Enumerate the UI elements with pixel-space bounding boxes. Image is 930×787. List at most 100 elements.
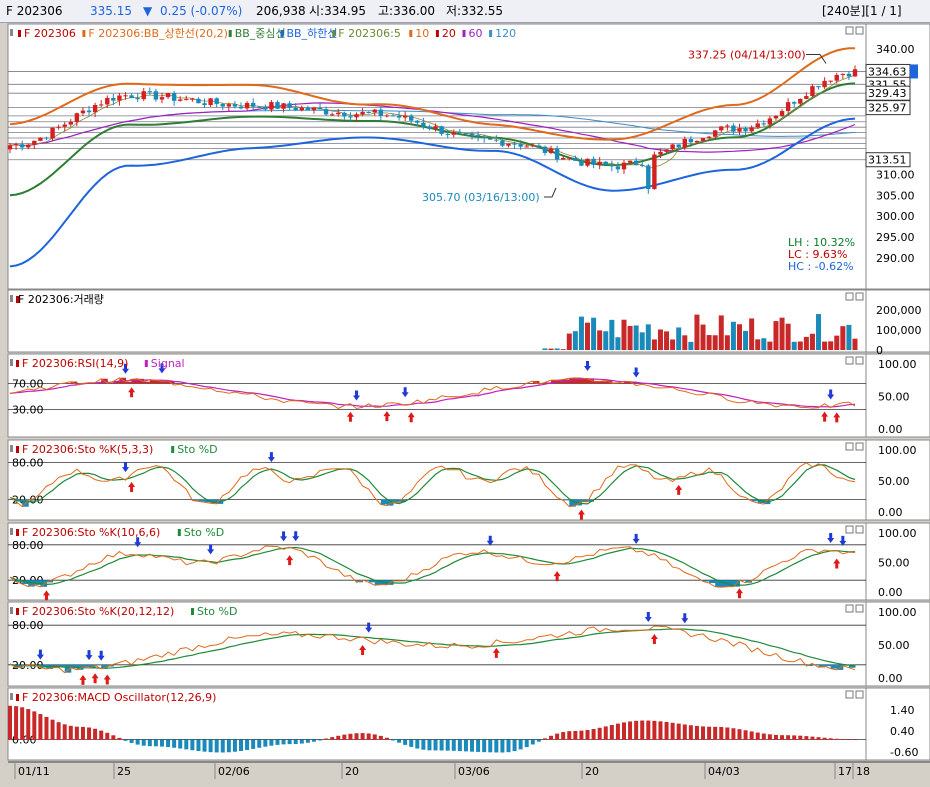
volume-bar <box>791 341 797 350</box>
macd-bar <box>299 739 304 744</box>
volume-bar <box>578 316 584 350</box>
sto3-axis-tick: 0.00 <box>878 672 903 685</box>
macd-bar <box>427 739 432 751</box>
minimize-icon <box>845 292 854 301</box>
macd-bar <box>725 727 730 740</box>
legend-swatch <box>144 360 148 367</box>
candle-body <box>573 157 578 161</box>
legend-swatch <box>435 30 439 37</box>
macd-bar <box>403 739 408 745</box>
candle-body <box>317 107 323 110</box>
volume-bar <box>840 326 846 350</box>
close-icon <box>855 442 864 451</box>
candle-body <box>561 158 566 160</box>
macd-bar <box>804 736 809 740</box>
handle-icon <box>10 693 13 700</box>
symbol-label: F 202306 <box>6 4 63 18</box>
sto1-legend: F 202306:Sto %K(5,3,3) <box>22 443 153 456</box>
macd-bar <box>646 720 651 740</box>
sto2-axis-tick: 0.00 <box>878 586 903 599</box>
candle-body <box>475 135 481 137</box>
volume-bar <box>591 317 597 350</box>
volume-bar <box>785 323 791 350</box>
candle-body <box>536 145 542 147</box>
close-icon <box>855 26 864 35</box>
candle-body <box>50 127 55 139</box>
rsi-level-label: 70.00 <box>12 378 44 391</box>
volume-bar <box>724 335 730 350</box>
candle-body <box>178 99 183 101</box>
candle-body <box>494 139 499 141</box>
volume-bar <box>682 335 688 350</box>
volume-bar <box>609 319 615 350</box>
volume-bar <box>560 349 566 350</box>
macd-bar <box>421 739 426 750</box>
macd-bar <box>226 739 231 753</box>
x-axis-rule <box>8 761 930 763</box>
macd-bar <box>202 739 207 752</box>
candle-body <box>281 103 286 109</box>
candle-body <box>263 106 268 110</box>
close-icon <box>855 292 864 301</box>
volume-bar <box>688 341 694 350</box>
candle-body <box>712 130 718 137</box>
volume-legend: F 202306:거래량 <box>18 293 104 306</box>
candle-body <box>822 80 827 88</box>
candle-body <box>603 161 608 165</box>
rsi-axis-tick: 50.00 <box>878 391 910 404</box>
sto1-axis-tick: 50.00 <box>878 475 910 488</box>
high-label: 고:336.00 <box>378 4 436 18</box>
handle-icon <box>10 528 13 535</box>
candle-body <box>56 126 61 128</box>
candle-body <box>238 106 244 109</box>
volume-bar <box>597 330 603 350</box>
macd-bar <box>621 722 626 740</box>
price-axis-tick: 310.00 <box>876 168 915 181</box>
candle-body <box>761 123 767 125</box>
macd-bar <box>615 723 620 740</box>
volume-bar <box>670 339 676 350</box>
x-axis-label: 03/06 <box>458 765 490 778</box>
macd-bar <box>658 721 663 740</box>
candle-body <box>366 111 371 113</box>
candle-body <box>615 166 621 170</box>
candle-body <box>439 126 444 134</box>
macd-bar <box>263 739 268 747</box>
x-axis-label: 04/03 <box>708 765 740 778</box>
macd-bar <box>330 737 335 740</box>
legend-entry-4: F 202306:5 <box>338 27 401 40</box>
macd-bar <box>117 737 122 740</box>
macd-bar <box>713 726 718 740</box>
candle-body <box>184 99 189 101</box>
macd-legend: F 202306:MACD Oscillator(12,26,9) <box>22 691 216 704</box>
macd-bar <box>634 720 639 740</box>
macd-bar <box>743 730 748 740</box>
candle-body <box>743 128 748 132</box>
panel-rsi <box>7 353 867 438</box>
candle-body <box>719 126 724 131</box>
macd-bar <box>14 706 19 740</box>
candle-body <box>816 86 821 88</box>
volume-bar <box>566 333 572 350</box>
macd-bar <box>591 728 596 740</box>
volume-bar <box>779 317 785 350</box>
macd-bar <box>184 739 189 750</box>
handle-icon <box>10 359 13 366</box>
macd-bar <box>129 739 134 743</box>
candle-body <box>159 97 165 100</box>
sto2-level-label: 80.00 <box>12 539 44 552</box>
sto3-oversold-fill <box>824 664 832 667</box>
macd-bar <box>409 739 414 747</box>
period-page-button[interactable]: [240분][1 / 1] <box>822 0 902 22</box>
volume-bar <box>822 341 828 350</box>
candle-body <box>98 104 104 106</box>
candle-body <box>190 98 195 100</box>
macd-bar <box>701 726 706 740</box>
macd-bar <box>676 723 681 740</box>
legend-entry-0: F 202306 <box>24 27 76 40</box>
candle-body <box>147 91 153 93</box>
macd-bar <box>172 739 177 748</box>
legend-swatch <box>16 360 19 367</box>
macd-bar <box>512 739 517 752</box>
macd-bar <box>135 739 140 745</box>
